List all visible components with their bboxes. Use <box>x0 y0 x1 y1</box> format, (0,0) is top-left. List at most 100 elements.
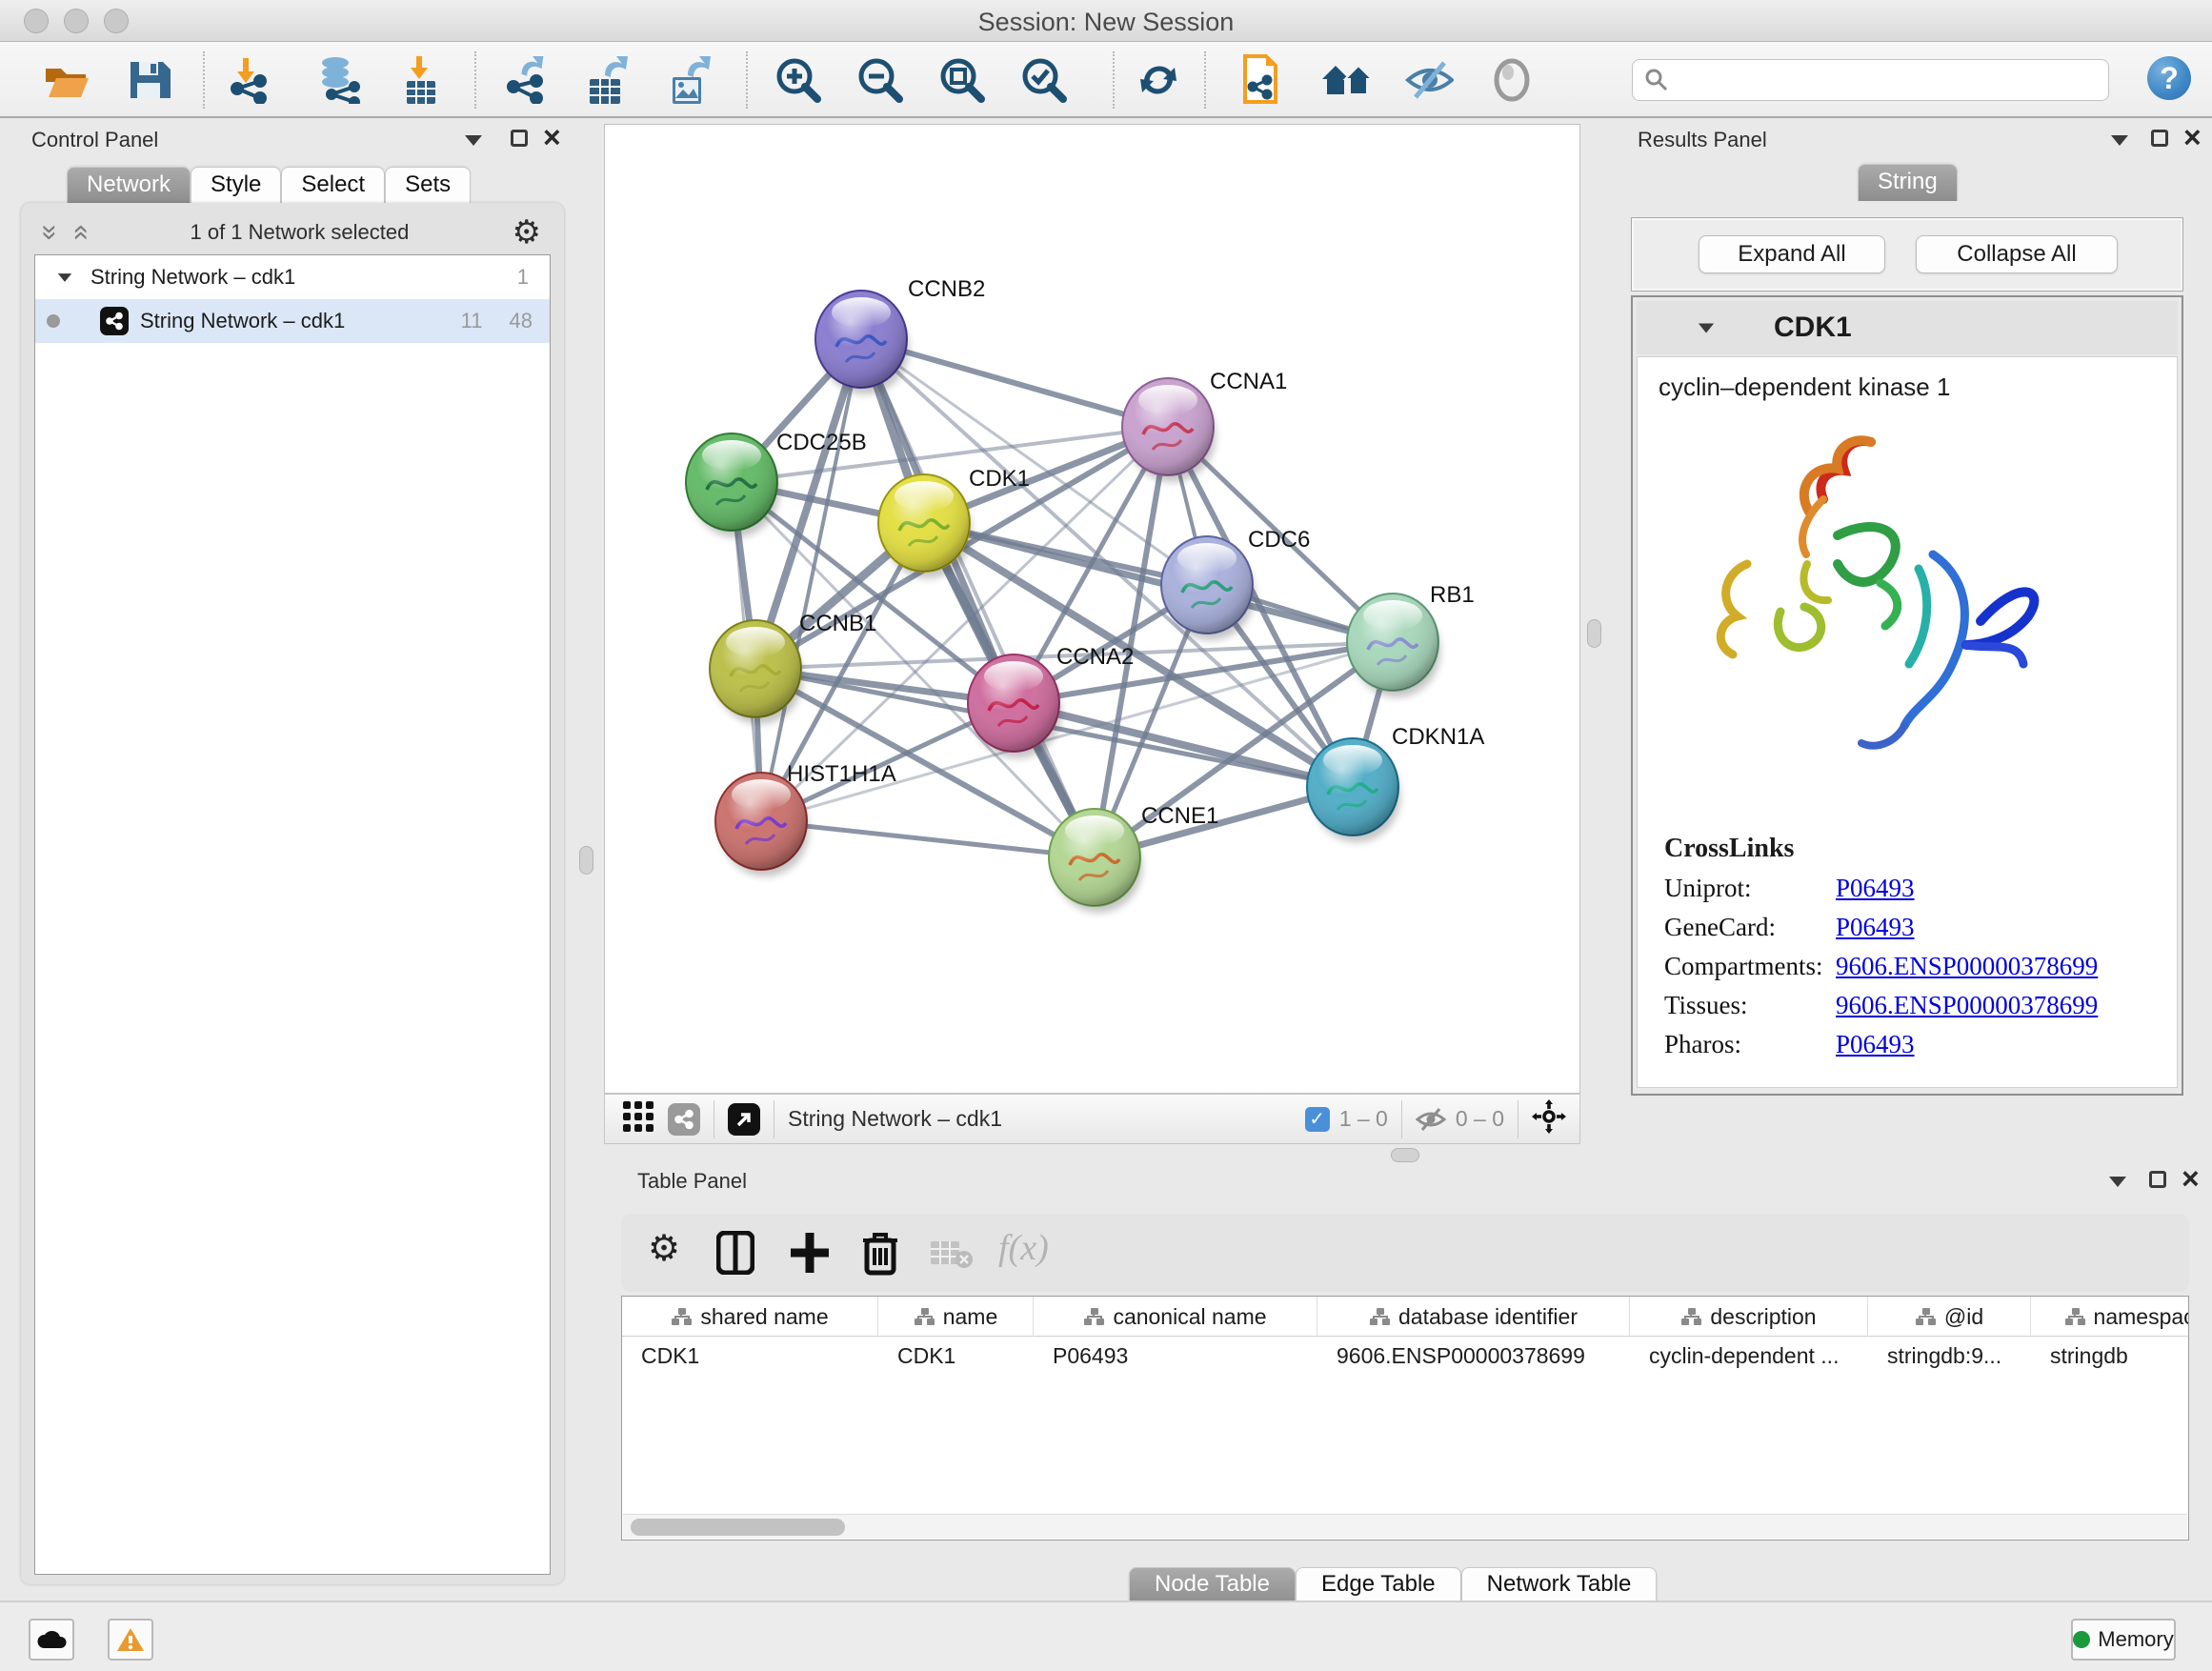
right-splitter-handle[interactable] <box>1587 619 1601 648</box>
column-header-name[interactable]: name <box>878 1297 1034 1337</box>
tab-sets[interactable]: Sets <box>385 167 471 204</box>
network-list-header: » » 1 of 1 Network selected ⚙ <box>29 211 556 254</box>
node-label-HIST1H1A: HIST1H1A <box>787 761 896 787</box>
memory-button[interactable]: Memory <box>2071 1619 2176 1661</box>
selected-counts-checkbox[interactable]: ✓ <box>1305 1107 1330 1132</box>
delete-table-button[interactable] <box>930 1238 974 1276</box>
network-tab-content: » » 1 of 1 Network selected ⚙ String Net… <box>21 203 564 1584</box>
network-canvas[interactable]: CCNB2CCNA1CDC25BCDK1CDC6RB1CCNB1CCNA2CDK… <box>604 124 1580 1094</box>
table-panel-close-icon[interactable]: × <box>2182 1169 2200 1188</box>
table-cell[interactable]: cyclin-dependent ... <box>1630 1337 1868 1375</box>
edge-CDK1-RB1[interactable] <box>924 523 1393 642</box>
zoom-selected-button[interactable] <box>1019 55 1069 105</box>
grid-view-button[interactable] <box>622 1100 654 1137</box>
scrollbar-thumb[interactable] <box>631 1519 845 1536</box>
export-table-button[interactable] <box>581 55 631 105</box>
export-network-button[interactable] <box>501 55 551 105</box>
network-collection-row[interactable]: String Network – cdk1 1 <box>35 255 550 299</box>
expand-all-button[interactable]: Expand All <box>1699 235 1885 273</box>
zoom-out-button[interactable] <box>855 55 905 105</box>
left-splitter-handle[interactable] <box>579 846 593 875</box>
import-network-from-file-button[interactable] <box>223 55 272 105</box>
node-CDK1[interactable] <box>878 474 972 578</box>
crosslink-link[interactable]: P06493 <box>1836 1030 1915 1059</box>
control-panel-menu-icon[interactable] <box>465 135 482 146</box>
table-cell[interactable]: P06493 <box>1034 1337 1317 1375</box>
network-graph[interactable]: CCNB2CCNA1CDC25BCDK1CDC6RB1CCNB1CCNA2CDK… <box>605 125 1579 1093</box>
node-CCNB1[interactable] <box>710 620 803 724</box>
add-column-button[interactable] <box>791 1231 829 1279</box>
delete-column-button[interactable] <box>861 1229 899 1281</box>
node-CDKN1A[interactable] <box>1307 738 1400 842</box>
birdseye-view-button[interactable] <box>728 1103 760 1136</box>
node-label-CDC25B: CDC25B <box>776 430 867 455</box>
results-panel-title: Results Panel <box>1638 128 1767 152</box>
table-cell[interactable]: stringdb:9... <box>1868 1337 2031 1375</box>
save-disk-icon <box>127 58 171 102</box>
home-layouts-button[interactable] <box>1320 55 1370 105</box>
node-CDC25B[interactable] <box>686 433 779 537</box>
show-all-button[interactable] <box>1487 55 1537 105</box>
control-panel-close-icon[interactable]: × <box>543 128 561 147</box>
collapse-all-networks-icon[interactable]: » <box>63 225 95 241</box>
warnings-button[interactable] <box>108 1619 153 1661</box>
import-table-from-file-button[interactable] <box>394 55 444 105</box>
zoom-fit-button[interactable] <box>937 55 987 105</box>
hide-selected-button[interactable] <box>1404 55 1454 105</box>
save-session-button[interactable] <box>124 55 173 105</box>
table-options-gear-icon[interactable]: ⚙ <box>648 1227 680 1270</box>
crosslink-link[interactable]: 9606.ENSP00000378699 <box>1836 952 2098 981</box>
help-button[interactable]: ? <box>2147 56 2191 100</box>
table-cell[interactable]: stringdb <box>2031 1337 2189 1375</box>
collection-disclosure-icon[interactable] <box>58 273 71 282</box>
show-columns-button[interactable] <box>716 1231 754 1279</box>
table-panel-menu-icon[interactable] <box>2109 1177 2126 1187</box>
column-header-description[interactable]: description <box>1630 1297 1868 1337</box>
collapse-all-button[interactable]: Collapse All <box>1916 235 2118 273</box>
tab-network[interactable]: Network <box>67 167 191 204</box>
edge-CCNB2-HIST1H1A[interactable] <box>761 339 861 821</box>
crosslink-link[interactable]: 9606.ENSP00000378699 <box>1836 991 2098 1020</box>
protein-disclosure-icon[interactable] <box>1699 323 1714 332</box>
network-row[interactable]: String Network – cdk1 11 48 <box>35 299 550 343</box>
network-nodes[interactable] <box>686 291 1440 913</box>
cloud-status-button[interactable] <box>29 1619 74 1661</box>
table-cell[interactable]: 9606.ENSP00000378699 <box>1317 1337 1630 1375</box>
table-panel-float-icon[interactable] <box>2149 1171 2166 1188</box>
refresh-button[interactable] <box>1134 55 1183 105</box>
node-CCNE1[interactable] <box>1049 809 1142 913</box>
pan-mode-button[interactable] <box>1532 1099 1566 1138</box>
function-builder-button[interactable]: f(x) <box>998 1227 1049 1269</box>
crosslink-link[interactable]: P06493 <box>1836 913 1915 942</box>
table-cell[interactable]: CDK1 <box>622 1337 878 1375</box>
tab-select[interactable]: Select <box>281 167 385 204</box>
export-image-button[interactable] <box>664 55 714 105</box>
results-panel-close-icon[interactable]: × <box>2183 128 2202 147</box>
tab-string[interactable]: String <box>1858 164 1958 201</box>
node-CCNA1[interactable] <box>1122 378 1216 482</box>
column-header-canonical-name[interactable]: canonical name <box>1034 1297 1317 1337</box>
edge-CCNB2-CCNE1[interactable] <box>861 339 1095 857</box>
import-network-from-database-button[interactable] <box>314 55 364 105</box>
string-import-button[interactable] <box>1235 55 1284 105</box>
zoom-in-button[interactable] <box>774 55 823 105</box>
node-RB1[interactable] <box>1347 594 1440 697</box>
column-header-shared-name[interactable]: shared name <box>622 1297 878 1337</box>
string-view-button[interactable] <box>668 1103 700 1136</box>
open-session-button[interactable] <box>42 55 91 105</box>
table-horizontal-scrollbar[interactable] <box>623 1514 2187 1539</box>
column-header-database-identifier[interactable]: database identifier <box>1317 1297 1630 1337</box>
search-input[interactable] <box>1677 67 2096 93</box>
network-options-gear-icon[interactable]: ⚙ <box>513 216 541 249</box>
protein-section-header[interactable]: CDK1 <box>1637 301 2178 354</box>
table-cell[interactable]: CDK1 <box>878 1337 1034 1375</box>
expand-all-networks-icon[interactable]: » <box>33 225 66 241</box>
results-panel-float-icon[interactable] <box>2151 130 2168 147</box>
tab-style[interactable]: Style <box>191 167 281 204</box>
column-header-id[interactable]: @id <box>1868 1297 2031 1337</box>
control-panel-float-icon[interactable] <box>511 130 528 147</box>
results-panel-menu-icon[interactable] <box>2111 135 2128 146</box>
column-header-namespace[interactable]: namespace <box>2031 1297 2189 1337</box>
node-HIST1H1A[interactable] <box>715 773 809 876</box>
crosslink-link[interactable]: P06493 <box>1836 874 1915 903</box>
